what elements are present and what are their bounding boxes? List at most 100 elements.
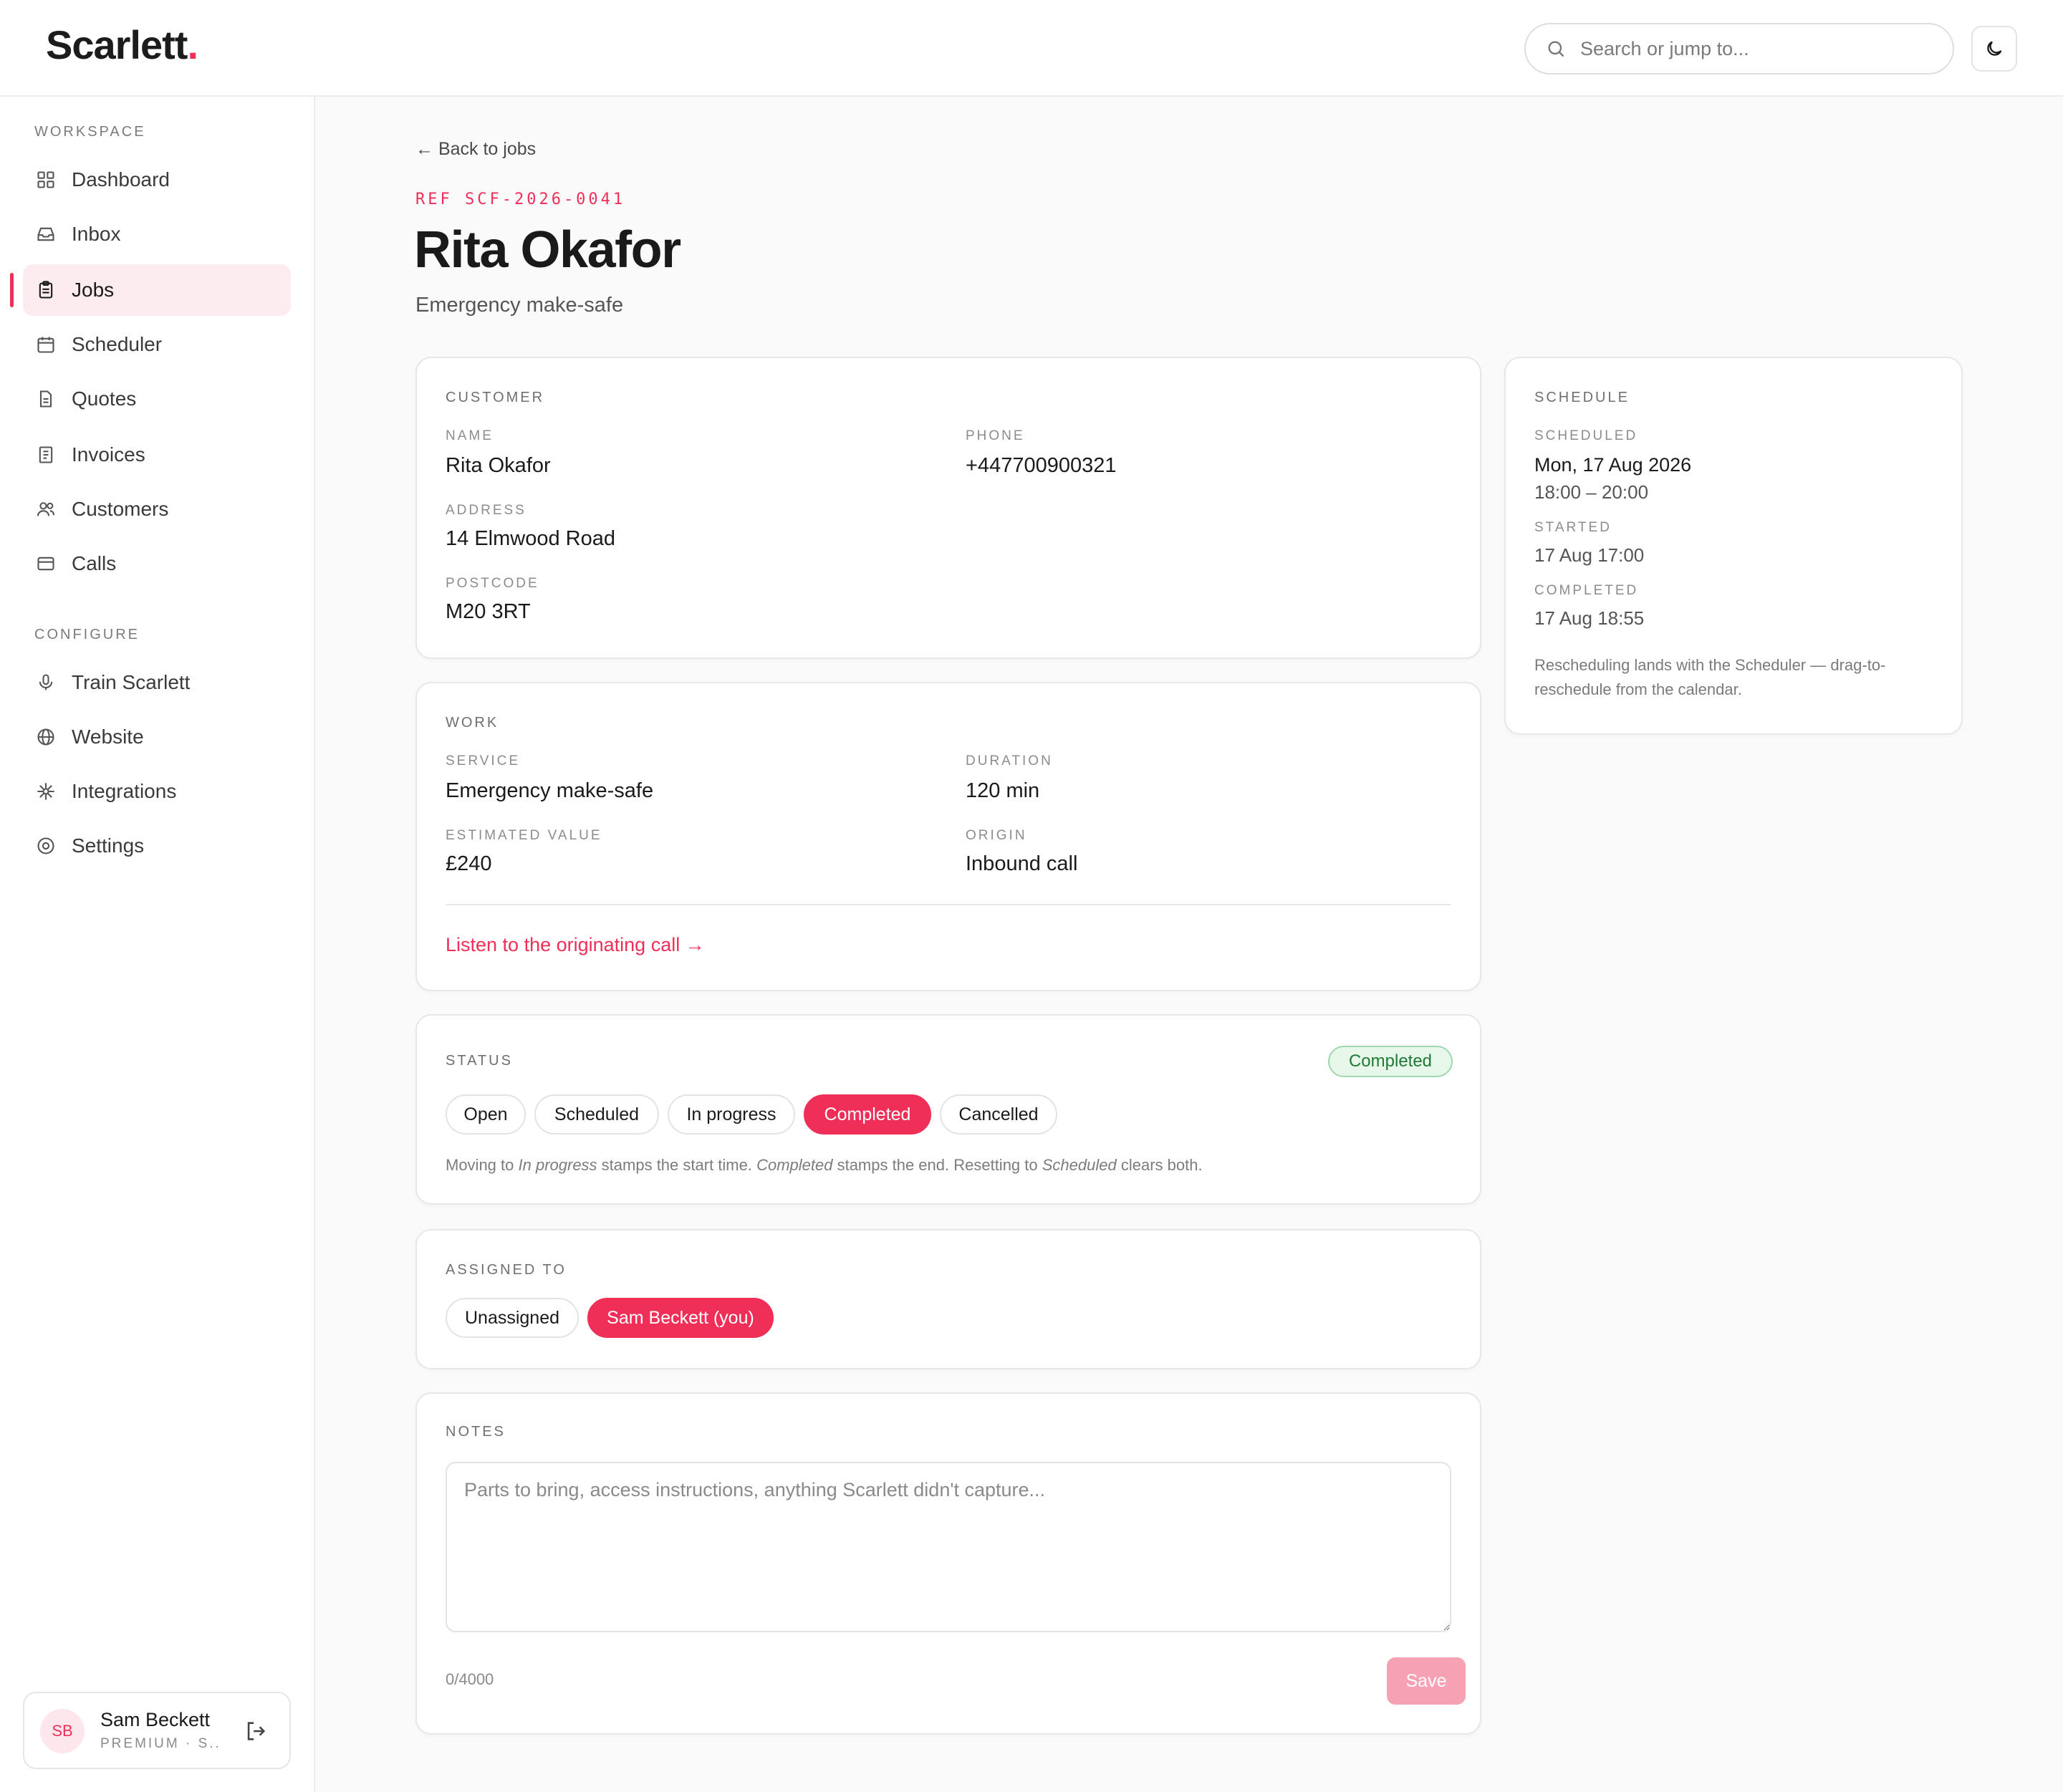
- configure-section-label: CONFIGURE: [34, 627, 140, 642]
- field-label: POSTCODE: [446, 576, 539, 591]
- work-card: WORK SERVICE Emergency make-safe DURATIO…: [415, 682, 1481, 991]
- grid-icon: [37, 171, 54, 188]
- top-bar: Scarlett.: [0, 0, 2063, 97]
- work-service: Emergency make-safe: [446, 779, 654, 802]
- field-label: PHONE: [966, 428, 1025, 443]
- globe-icon: [37, 728, 54, 746]
- character-counter: 0/4000: [446, 1670, 494, 1688]
- receipt-icon: [39, 446, 53, 463]
- status-option-cancelled[interactable]: Cancelled: [940, 1094, 1057, 1135]
- sidebar-item-invoices[interactable]: Invoices: [23, 429, 291, 481]
- sidebar-item-integrations[interactable]: Integrations: [23, 766, 291, 817]
- page-title: Rita Okafor: [414, 221, 681, 279]
- avatar: SB: [40, 1709, 85, 1753]
- field-label: DURATION: [966, 753, 1053, 769]
- work-origin: Inbound call: [966, 852, 1078, 875]
- started-time: 17 Aug 17:00: [1534, 544, 1645, 566]
- phone-card-icon: [37, 557, 54, 571]
- microphone-icon: [39, 674, 53, 690]
- sidebar: WORKSPACE Dashboard Inbox Jobs Scheduler…: [0, 97, 315, 1792]
- calendar-icon: [37, 337, 54, 353]
- assigned-card: ASSIGNED TO Unassigned Sam Beckett (you): [415, 1229, 1481, 1369]
- sidebar-item-quotes[interactable]: Quotes: [23, 373, 291, 425]
- clipboard-icon: [39, 281, 53, 299]
- theme-toggle-button[interactable]: [1971, 26, 2017, 72]
- search-box[interactable]: [1524, 23, 1954, 74]
- user-card[interactable]: SB Sam Beckett PREMIUM · S...: [23, 1692, 291, 1769]
- card-heading: STATUS: [446, 1053, 513, 1069]
- app-logo[interactable]: Scarlett.: [46, 21, 198, 68]
- field-label: SERVICE: [446, 753, 521, 769]
- customer-postcode: M20 3RT: [446, 600, 531, 623]
- schedule-note: Rescheduling lands with the Scheduler — …: [1534, 656, 1886, 698]
- sidebar-item-label: Scheduler: [72, 333, 163, 355]
- page-subtitle: Emergency make-safe: [415, 294, 624, 317]
- card-heading: NOTES: [446, 1424, 506, 1440]
- status-hint: Moving to In progress stamps the start t…: [446, 1156, 1203, 1174]
- sidebar-item-scheduler[interactable]: Scheduler: [23, 319, 291, 370]
- document-icon: [39, 390, 52, 408]
- assignee-option-sam-beckett[interactable]: Sam Beckett (you): [587, 1298, 774, 1338]
- divider: [446, 904, 1451, 905]
- assignee-option-unassigned[interactable]: Unassigned: [446, 1298, 579, 1338]
- field-label: SCHEDULED: [1534, 428, 1638, 443]
- sidebar-item-website[interactable]: Website: [23, 711, 291, 763]
- field-label: NAME: [446, 428, 494, 443]
- sidebar-item-label: Settings: [72, 834, 145, 857]
- sidebar-item-label: Invoices: [72, 443, 145, 466]
- notes-textarea[interactable]: [446, 1462, 1451, 1632]
- active-indicator: [10, 273, 14, 307]
- back-to-jobs-link[interactable]: ← Back to jobs: [415, 139, 536, 160]
- sidebar-item-inbox[interactable]: Inbox: [23, 208, 291, 260]
- card-heading: ASSIGNED TO: [446, 1262, 567, 1278]
- sidebar-item-settings[interactable]: Settings: [23, 820, 291, 872]
- work-estimated-value: £240: [446, 852, 492, 875]
- search-input[interactable]: [1580, 37, 1924, 60]
- save-button[interactable]: Save: [1387, 1657, 1466, 1705]
- schedule-card: SCHEDULE SCHEDULED Mon, 17 Aug 2026 18:0…: [1504, 357, 1963, 735]
- field-label: STARTED: [1534, 520, 1612, 535]
- sidebar-item-label: Jobs: [72, 279, 115, 301]
- sidebar-item-customers[interactable]: Customers: [23, 483, 291, 535]
- card-heading: SCHEDULE: [1534, 390, 1630, 405]
- sidebar-item-jobs[interactable]: Jobs: [23, 264, 291, 316]
- sparkle-icon: [37, 783, 54, 800]
- scheduled-time: 18:00 – 20:00: [1534, 481, 1649, 503]
- field-label: COMPLETED: [1534, 583, 1639, 598]
- listen-call-link[interactable]: Listen to the originating call →: [446, 934, 705, 956]
- customer-name: Rita Okafor: [446, 454, 551, 477]
- sidebar-item-dashboard[interactable]: Dashboard: [23, 154, 291, 206]
- notes-card: NOTES 0/4000 Save: [415, 1392, 1481, 1735]
- moon-icon: [1987, 41, 2002, 56]
- sidebar-item-label: Train Scarlett: [72, 671, 191, 693]
- field-label: ADDRESS: [446, 503, 526, 518]
- card-heading: CUSTOMER: [446, 390, 545, 405]
- status-option-scheduled[interactable]: Scheduled: [534, 1094, 659, 1135]
- field-label: ORIGIN: [966, 828, 1027, 843]
- job-reference: REF SCF-2026-0041: [415, 191, 626, 208]
- customer-card: CUSTOMER NAME Rita Okafor PHONE +4477009…: [415, 357, 1481, 659]
- logout-icon[interactable]: [244, 1719, 268, 1743]
- scheduled-date: Mon, 17 Aug 2026: [1534, 454, 1692, 476]
- sidebar-item-label: Calls: [72, 552, 117, 574]
- sidebar-item-train-scarlett[interactable]: Train Scarlett: [23, 657, 291, 708]
- sidebar-item-label: Integrations: [72, 780, 177, 802]
- inbox-icon: [37, 227, 54, 241]
- status-option-in-progress[interactable]: In progress: [668, 1094, 795, 1135]
- completed-time: 17 Aug 18:55: [1534, 607, 1645, 629]
- sidebar-item-label: Dashboard: [72, 168, 170, 191]
- status-card: STATUS Completed Open Scheduled In progr…: [415, 1014, 1481, 1205]
- status-option-completed[interactable]: Completed: [804, 1094, 931, 1135]
- user-plan: PREMIUM · S...: [100, 1736, 222, 1751]
- status-option-open[interactable]: Open: [446, 1094, 526, 1135]
- sidebar-item-label: Inbox: [72, 223, 121, 245]
- customer-address: 14 Elmwood Road: [446, 527, 615, 550]
- users-icon: [37, 502, 55, 516]
- customer-phone[interactable]: +447700900321: [966, 454, 1116, 478]
- sidebar-item-label: Website: [72, 726, 144, 748]
- sidebar-item-label: Quotes: [72, 387, 137, 410]
- search-icon: [1548, 41, 1564, 57]
- card-heading: WORK: [446, 715, 499, 731]
- sidebar-item-calls[interactable]: Calls: [23, 538, 291, 589]
- field-label: ESTIMATED VALUE: [446, 828, 602, 843]
